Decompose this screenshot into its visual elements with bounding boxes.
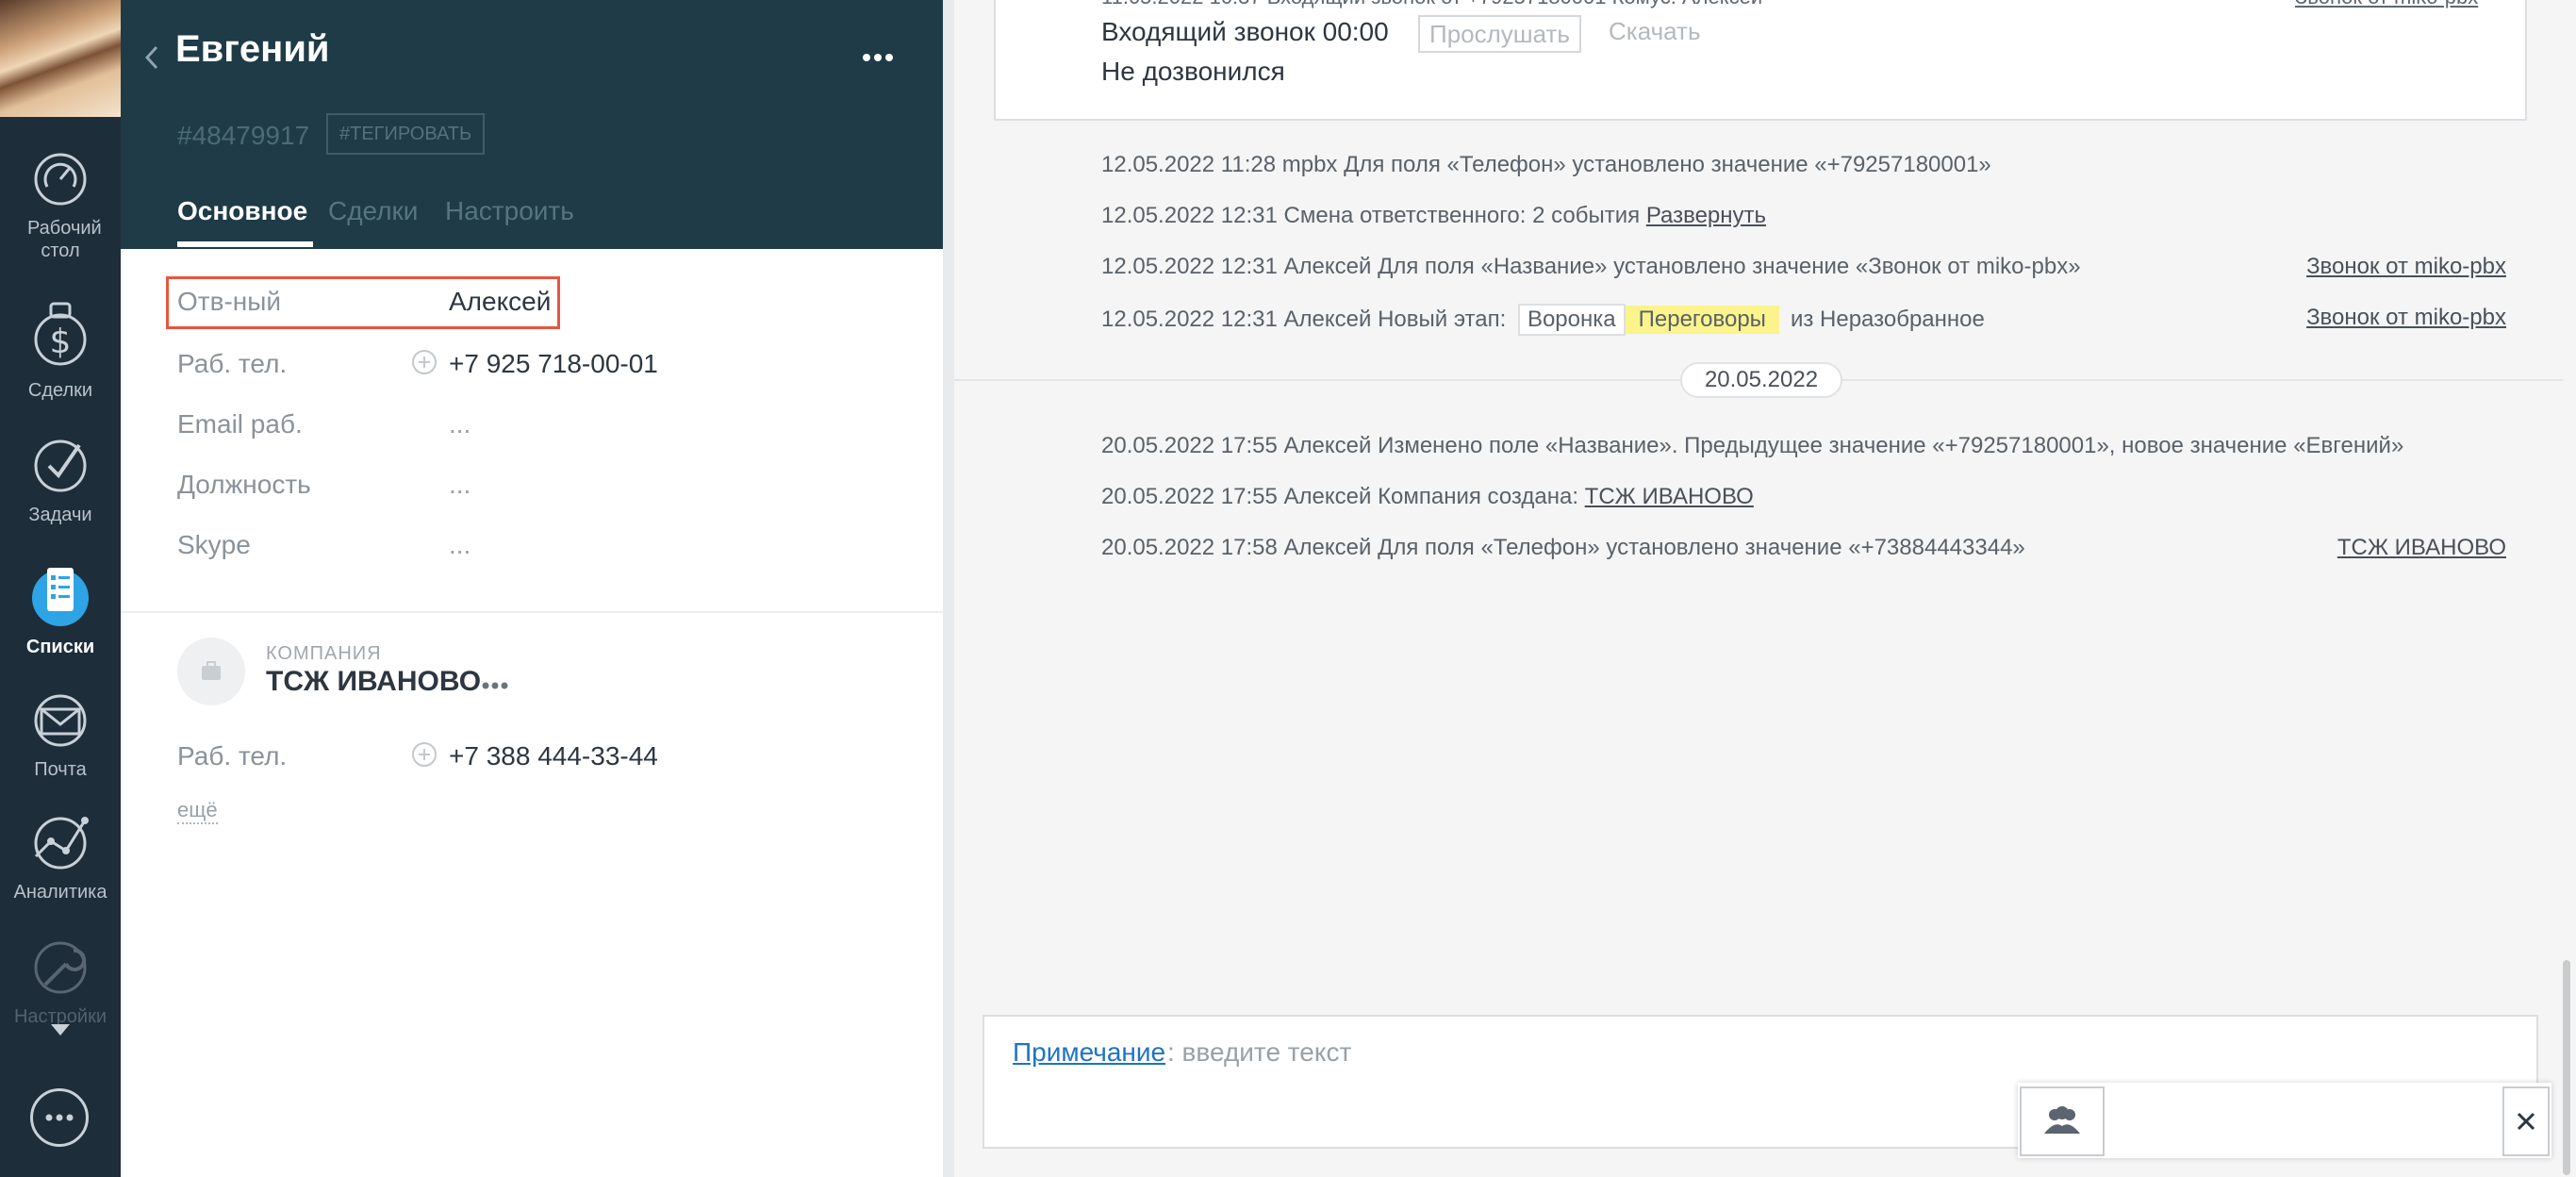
event-text: 12.05.2022 12:31 Алексей Новый этап: (1101, 307, 1507, 332)
event-row: 12.05.2022 12:31 Смена ответственного: 2… (1101, 202, 1766, 230)
event-text: 20.05.2022 17:55 Алексей Компания создан… (1101, 484, 1585, 509)
stage-pipeline-badge: Воронка (1517, 304, 1626, 336)
dashboard-gauge-icon (34, 153, 87, 206)
more-fields-link[interactable]: ещё (177, 798, 218, 824)
company-caption: КОМПАНИЯ (266, 643, 382, 664)
users-icon (2044, 1106, 2080, 1134)
event-row: 12.05.2022 11:28 mpbx Для поля «Телефон»… (1101, 151, 1991, 179)
event-row: 20.05.2022 17:55 Алексей Изменено поле «… (1101, 432, 2403, 460)
date-separator: 20.05.2022 (1680, 362, 1842, 398)
nav-label-dashboard: Рабочий стол (27, 218, 102, 261)
tab-main[interactable]: Основное (177, 196, 307, 226)
add-phone-icon[interactable] (411, 349, 438, 375)
event-deal-link[interactable]: Звонок от miko-pbx (2306, 304, 2506, 332)
contact-id: #48479917 (177, 121, 310, 150)
chevron-down-icon[interactable] (51, 1024, 70, 1037)
note-type-link[interactable]: Примечание (1013, 1037, 1165, 1068)
nav-label-deals: Сделки (27, 380, 93, 401)
more-options-icon[interactable] (862, 53, 894, 62)
event-row: 20.05.2022 17:55 Алексей Компания создан… (1101, 483, 1754, 511)
tab-deals[interactable]: Сделки (328, 196, 418, 226)
close-icon (2517, 1112, 2535, 1131)
panel-divider (943, 0, 954, 1177)
download-link[interactable]: Скачать (1609, 17, 1701, 46)
briefcase-icon (202, 661, 221, 680)
listen-button[interactable]: Прослушать (1418, 15, 1581, 53)
field-value-skype[interactable]: ... (449, 530, 471, 560)
nav-lists[interactable]: Списки (0, 560, 121, 658)
event-deal-link[interactable]: Звонок от miko-pbx (2306, 253, 2506, 281)
lists-icon (32, 568, 89, 626)
svg-text:$: $ (50, 323, 72, 361)
event-text: 12.05.2022 12:31 Алексей Для поля «Назва… (1101, 254, 2081, 279)
nav-mail[interactable]: Почта (0, 690, 121, 781)
field-label-responsible: Отв-ный (177, 287, 282, 316)
nav-deals[interactable]: $ Сделки (0, 300, 121, 402)
mail-icon (34, 694, 87, 747)
nav-dashboard[interactable]: Рабочий стол (0, 149, 121, 262)
card-body (121, 249, 943, 1177)
section-divider (121, 611, 943, 613)
nav-label-tasks: Задачи (28, 505, 92, 525)
contact-name[interactable]: Евгений (175, 28, 330, 71)
field-label-skype: Skype (177, 530, 251, 559)
dollar-icon: $ (34, 302, 87, 366)
event-text: 20.05.2022 17:58 Алексей Для поля «Телеф… (1101, 535, 2025, 560)
note-placeholder: : введите текст (1167, 1037, 1352, 1067)
active-tab-underline (177, 241, 313, 247)
nav-analytics[interactable]: Аналитика (0, 813, 121, 903)
scrollbar[interactable] (2563, 960, 2570, 1175)
stage-suffix: из Неразобранное (1790, 307, 1985, 332)
nav-tasks[interactable]: Задачи (0, 436, 121, 526)
back-arrow-icon[interactable] (143, 43, 160, 72)
field-value-email[interactable]: ... (449, 409, 471, 439)
field-value-work-phone[interactable]: +7 925 718-00-01 (449, 349, 658, 379)
event-text: 12.05.2022 11:28 mpbx Для поля «Телефон»… (1101, 152, 1991, 177)
field-label-position: Должность (177, 470, 311, 499)
event-row: 12.05.2022 12:31 Алексей Новый этап: Вор… (1101, 304, 1985, 336)
tab-configure[interactable]: Настроить (445, 196, 574, 226)
call-status: Не дозвонился (1101, 57, 1285, 86)
company-link[interactable]: ТСЖ ИВАНОВО (1585, 484, 1754, 509)
company-name[interactable]: ТСЖ ИВАНОВО (266, 666, 481, 698)
company-logo (177, 638, 245, 705)
nav-label-lists: Списки (25, 637, 95, 657)
event-text: 12.05.2022 12:31 Смена ответственного: 2… (1101, 203, 1646, 228)
nav-label-analytics: Аналитика (13, 882, 107, 903)
event-row: 20.05.2022 17:58 Алексей Для поля «Телеф… (1101, 534, 2025, 562)
company-options-icon[interactable] (481, 681, 509, 690)
left-nav: Рабочий стол $ Сделки Задачи Списки Почт… (0, 0, 121, 1177)
tag-button[interactable]: #ТЕГИРОВАТЬ (326, 113, 486, 155)
event-row: 12.05.2022 12:31 Алексей Для поля «Назва… (1101, 253, 2081, 281)
nav-label-mail: Почта (34, 759, 87, 780)
field-value-responsible[interactable]: Алексей (449, 287, 551, 317)
field-label-work-phone: Раб. тел. (177, 349, 288, 378)
user-avatar[interactable] (0, 0, 121, 117)
company-phone-value[interactable]: +7 388 444-33-44 (449, 741, 658, 771)
checkmark-icon (34, 439, 87, 492)
add-company-phone-icon[interactable] (411, 741, 438, 768)
company-phone-label: Раб. тел. (177, 741, 288, 771)
chat-icon[interactable] (30, 1088, 89, 1147)
event-text: 20.05.2022 17:55 Алексей Изменено поле «… (1101, 433, 2404, 458)
call-event-header: 11.05.2022 10:37 Входящий звонок от +792… (1101, 0, 1762, 9)
analytics-icon (34, 817, 89, 870)
users-button[interactable] (2020, 1086, 2105, 1156)
stage-badge: Переговоры (1625, 306, 1779, 334)
nav-settings[interactable]: Настройки (0, 937, 121, 1028)
call-title: Входящий звонок 00:00 (1101, 17, 1389, 46)
wrench-icon (34, 941, 87, 994)
field-value-position[interactable]: ... (449, 470, 471, 500)
event-company-link[interactable]: ТСЖ ИВАНОВО (2337, 534, 2506, 562)
close-button[interactable] (2502, 1086, 2550, 1156)
call-event-link[interactable]: Звонок от miko-pbx (2295, 0, 2478, 9)
field-label-email: Email раб. (177, 409, 303, 439)
expand-link[interactable]: Развернуть (1646, 203, 1766, 228)
